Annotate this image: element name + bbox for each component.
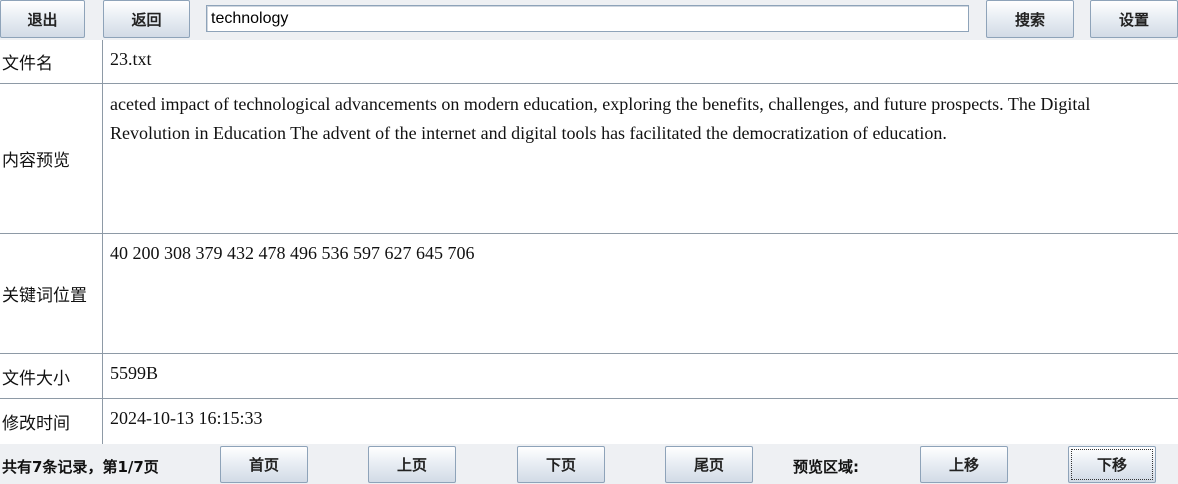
last-page-button[interactable]: 尾页	[665, 446, 753, 483]
record-count-text: 共有7条记录，第1/7页	[2, 458, 159, 476]
preview-label: 内容预览	[0, 84, 103, 233]
next-page-button[interactable]: 下页	[517, 446, 605, 483]
keyword-positions-row: 关键词位置 40 200 308 379 432 478 496 536 597…	[0, 234, 1178, 354]
move-up-button[interactable]: 上移	[920, 446, 1008, 483]
back-button[interactable]: 返回	[103, 0, 190, 38]
modified-time-row: 修改时间 2024-10-13 16:15:33	[0, 399, 1178, 444]
file-size-value: 5599B	[110, 363, 159, 383]
first-page-button[interactable]: 首页	[220, 446, 308, 483]
preview-row: 内容预览 aceted impact of technological adva…	[0, 84, 1178, 234]
modified-time-value: 2024-10-13 16:15:33	[110, 408, 263, 428]
keyword-positions-value: 40 200 308 379 432 478 496 536 597 627 6…	[110, 243, 475, 263]
preview-area-label: 预览区域:	[793, 458, 859, 476]
settings-button[interactable]: 设置	[1090, 0, 1178, 38]
file-name-row: 文件名 23.txt	[0, 40, 1178, 84]
pagination-bar: 共有7条记录，第1/7页 首页 上页 下页 尾页 预览区域: 上移 下移	[0, 444, 1178, 484]
modified-time-label: 修改时间	[0, 399, 103, 444]
file-size-label: 文件大小	[0, 354, 103, 398]
search-input[interactable]	[206, 5, 969, 32]
exit-button[interactable]: 退出	[0, 0, 85, 38]
file-name-value: 23.txt	[110, 49, 152, 69]
file-name-label: 文件名	[0, 40, 103, 83]
search-button[interactable]: 搜索	[986, 0, 1074, 38]
keyword-positions-label: 关键词位置	[0, 234, 103, 353]
file-size-row: 文件大小 5599B	[0, 354, 1178, 399]
prev-page-button[interactable]: 上页	[368, 446, 456, 483]
move-down-button[interactable]: 下移	[1068, 446, 1156, 483]
toolbar: 退出 返回 搜索 设置	[0, 0, 1178, 40]
file-details-table: 文件名 23.txt 内容预览 aceted impact of technol…	[0, 40, 1178, 444]
preview-content: aceted impact of technological advanceme…	[110, 94, 1095, 143]
